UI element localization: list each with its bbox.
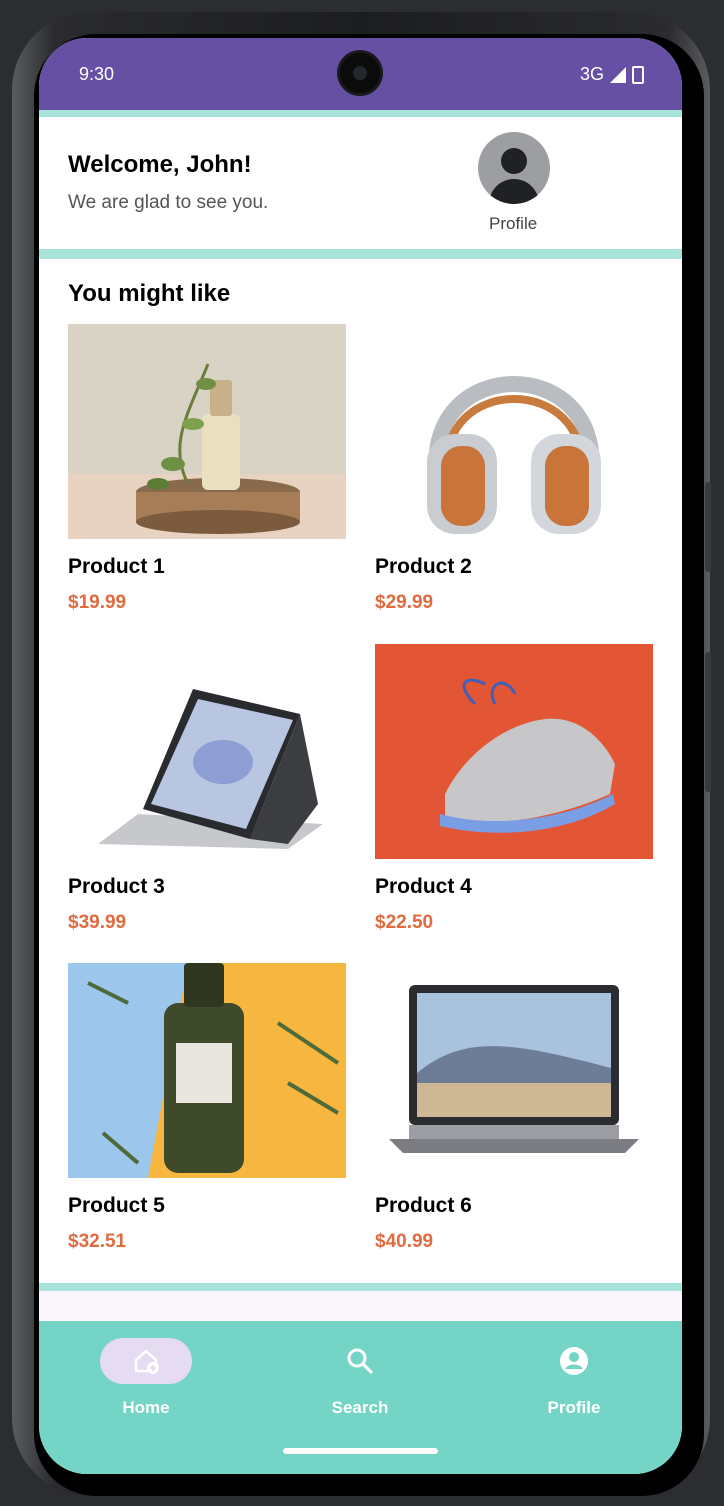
avatar-body <box>489 179 539 204</box>
welcome-subtitle: We are glad to see you. <box>68 192 269 213</box>
front-camera <box>340 53 380 93</box>
search-icon <box>347 1348 373 1374</box>
top-divider <box>39 110 682 117</box>
product-image-headphones[interactable] <box>375 324 653 539</box>
volume-button <box>705 482 711 572</box>
section-title: You might like <box>68 280 231 307</box>
screen: 9:30 3G Welcome, John! We are glad to se… <box>39 38 682 1474</box>
product-price: $39.99 <box>68 912 127 933</box>
product-image-perfume[interactable] <box>68 324 346 539</box>
product-price: $19.99 <box>68 592 127 613</box>
nav-label-search: Search <box>331 1398 389 1417</box>
product-name: Product 4 <box>375 875 472 898</box>
product-name: Product 6 <box>375 1194 472 1217</box>
nav-label-profile: Profile <box>547 1398 601 1417</box>
product-image-sneaker[interactable] <box>375 644 653 859</box>
battery-icon <box>632 65 644 84</box>
network-type: 3G <box>579 64 604 84</box>
product-card[interactable]: Product 5 $32.51 <box>68 963 346 1252</box>
product-image-tablet[interactable] <box>68 644 346 859</box>
product-name: Product 2 <box>375 555 472 578</box>
product-price: $29.99 <box>375 592 434 613</box>
product-price: $40.99 <box>375 1231 434 1252</box>
header-divider <box>39 249 682 259</box>
nav-item-profile[interactable]: Profile <box>467 1321 681 1431</box>
account-circle-icon <box>560 1347 588 1375</box>
nav-item-search[interactable]: Search <box>253 1321 467 1431</box>
product-card[interactable]: Product 4 $22.50 <box>375 644 653 933</box>
bottom-navigation: Home Search Profile <box>39 1321 682 1474</box>
nav-label-home: Home <box>122 1398 170 1417</box>
product-name: Product 5 <box>68 1194 165 1217</box>
product-card[interactable]: Product 1 $19.99 <box>68 324 346 613</box>
product-name: Product 3 <box>68 875 165 898</box>
avatar-head <box>501 148 527 174</box>
product-price: $32.51 <box>68 1231 127 1252</box>
product-card[interactable]: Product 3 $39.99 <box>68 644 346 933</box>
profile-avatar-button[interactable] <box>478 132 550 204</box>
status-time: 9:30 <box>79 64 115 84</box>
status-icons: 3G <box>580 64 644 85</box>
nav-item-home[interactable]: Home <box>39 1321 253 1431</box>
product-card[interactable]: Product 6 $40.99 <box>375 963 653 1252</box>
welcome-title: Welcome, John! <box>68 151 252 178</box>
content-footer-band <box>39 1291 682 1321</box>
gesture-home-indicator[interactable] <box>283 1448 438 1454</box>
power-button <box>705 652 711 792</box>
product-image-skincare[interactable] <box>68 963 346 1178</box>
product-image-laptop[interactable] <box>375 963 653 1178</box>
profile-label[interactable]: Profile <box>489 214 537 234</box>
product-card[interactable]: Product 2 $29.99 <box>375 324 653 613</box>
home-add-icon <box>134 1349 159 1374</box>
status-bar: 9:30 3G <box>39 38 682 110</box>
bottom-divider <box>39 1283 682 1291</box>
signal-icon <box>610 66 626 83</box>
product-name: Product 1 <box>68 555 165 578</box>
product-price: $22.50 <box>375 912 434 933</box>
